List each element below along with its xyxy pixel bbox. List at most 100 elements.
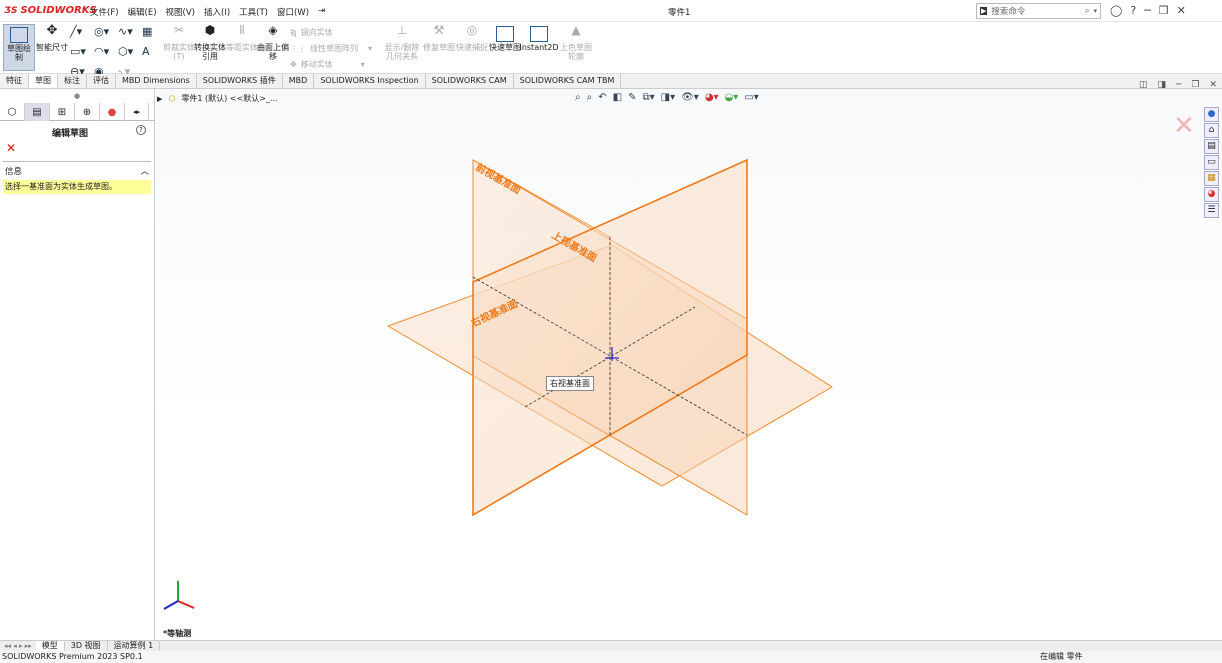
polygon-icon[interactable]: ⬡▾ [118,45,142,59]
move-icon: ✥ [290,59,297,69]
design-library-icon[interactable]: ▤ [1204,139,1219,154]
menu-insert[interactable]: 插入(I) [204,6,230,18]
chevron-down-icon[interactable]: ▾ [368,44,372,53]
repair-icon: ⚒ [433,23,445,37]
menu-window[interactable]: 窗口(W) [277,6,309,18]
shaded-contours-button[interactable]: ▲ 上色草图轮廓 [560,24,592,61]
mirror-button[interactable]: ⧎ 镜向实体 [290,24,372,40]
view-palette-icon[interactable]: ▦ [1204,171,1219,186]
menu-edit[interactable]: 编辑(E) [128,6,157,18]
move-entities-button[interactable]: ✥ 移动实体 ▾ [290,56,372,72]
instant2d-button[interactable]: Instant2D [519,24,559,52]
arc-icon[interactable]: ◠▾ [94,45,118,59]
help-icon[interactable]: ? [136,125,146,135]
triad-icon [163,581,195,610]
tab-sketch[interactable]: 草图 [29,74,58,88]
chevron-down-icon[interactable]: ▾ [361,60,365,69]
linear-pattern-button[interactable]: ⋮⋮ 线性草图阵列 ▾ [290,40,372,56]
tab-evaluate[interactable]: 评估 [87,74,116,88]
resources-icon[interactable]: ● [1204,107,1219,122]
tab-mbd[interactable]: MBD [282,74,315,88]
tab-mbd-dimensions[interactable]: MBD Dimensions [116,74,197,88]
appearances-icon[interactable]: ◕ [1204,187,1219,202]
search-icon[interactable]: ⌕ [1085,6,1090,16]
display-relations-button[interactable]: ⊥ 显示/删除几何关系 [383,24,421,61]
user-icon[interactable]: ◯ [1110,4,1122,17]
tab-addins[interactable]: SOLIDWORKS 插件 [196,74,283,88]
feature-manager-tab-icon[interactable]: ⬡ [0,103,25,121]
rapid-sketch-button[interactable]: 快速草图 [489,24,521,52]
line-icon[interactable]: ╱▾ [70,25,94,39]
pin-icon[interactable]: ⇥ [318,6,325,18]
tab-cam-tbm[interactable]: SOLIDWORKS CAM TBM [513,74,622,88]
spline-icon[interactable]: ∿▾ [118,25,142,39]
panel-title: 编辑草图 [52,129,89,139]
menu-view[interactable]: 视图(V) [166,6,195,18]
shaded-contours-icon: ▲ [571,23,581,37]
panel-tabs: ⬡ ▤ ⊞ ⊕ ● ◂▸ [0,103,155,121]
tab-nav-arrows[interactable]: ◂◂ ◂ ▸ ▸▸ [0,641,36,651]
sketch-button[interactable]: 草图绘制 [3,24,35,71]
configuration-manager-tab-icon[interactable]: ⊞ [50,103,75,121]
rapid-sketch-icon [496,26,514,42]
tab-features[interactable]: 特征 [0,74,29,88]
circle-icon[interactable]: ◎▾ [94,25,118,39]
menu-tools[interactable]: 工具(T) [239,6,268,18]
status-right: 在编辑 零件 [1040,652,1083,661]
info-header: 信息 [5,167,23,177]
search-input[interactable]: ▶ 搜索命令 ⌕ ▾ [976,3,1101,19]
tab-model[interactable]: 模型 [35,641,65,651]
trim-button[interactable]: ✂ 剪裁实体(T) [163,24,195,61]
minimize-icon[interactable]: ─ [1144,4,1151,17]
tab-motion-study[interactable]: 运动算例 1 [108,641,161,651]
custom-properties-icon[interactable]: ☰ [1204,203,1219,218]
smart-dimension-button[interactable]: ✥ 智能尺寸 [36,24,68,52]
rectangle-icon[interactable]: ▭▾ [70,45,94,59]
offset-icon: ⫴ [239,23,245,37]
linear-pattern-icon: ⋮⋮ [290,43,306,53]
quick-snaps-button[interactable]: ◎ 快速捕捉 [456,24,488,52]
command-tabs: 特征 草图 标注 评估 MBD Dimensions SOLIDWORKS 插件… [0,74,1222,89]
smart-dimension-icon: ✥ [46,23,58,38]
window-controls: ◯ ? ─ ❐ ✕ [1110,4,1186,17]
surface-offset-button[interactable]: ◈ 曲面上偏移 [257,24,289,61]
tab-scroll-arrows[interactable]: ◂▸ [125,103,149,121]
property-manager-tab-icon[interactable]: ▤ [25,103,50,121]
repair-sketch-button[interactable]: ⚒ 修复草图 [423,24,455,52]
tab-cam[interactable]: SOLIDWORKS CAM [425,74,514,88]
file-explorer-icon[interactable]: ▭ [1204,155,1219,170]
home-icon[interactable]: ⌂ [1204,123,1219,138]
info-section: 信息 ︿ 选择一基准面为实体生成草图。 [3,161,151,194]
tooltip: 右视基准面 [546,376,594,391]
document-title: 零件1 [668,8,691,18]
display-manager-tab-icon[interactable]: ● [100,103,125,121]
relations-icon: ⊥ [396,23,408,37]
instant2d-icon [530,26,548,42]
restore-icon[interactable]: ❐ [1159,4,1169,17]
menu-bar: 文件(F) 编辑(E) 视图(V) 插入(I) 工具(T) 窗口(W) ⇥ [90,6,325,18]
task-pane: ● ⌂ ▤ ▭ ▦ ◕ ☰ [1204,107,1220,218]
close-icon[interactable]: ✕ [1177,4,1186,17]
search-placeholder: 搜索命令 [991,7,1026,17]
dimxpert-tab-icon[interactable]: ⊕ [75,103,100,121]
solidworks-logo[interactable]: ƷS SOLIDWORKS [4,5,97,16]
sketch-entities-group: ╱▾ ◎▾ ∿▾ ▦ ▭▾ ◠▾ ⬡▾ A ⊖▾ ◉ ╮▾ [70,25,166,79]
menu-file[interactable]: 文件(F) [90,6,119,18]
graphics-area[interactable]: ▶ ⬡ 零件1 (默认) <<默认>_... ⌕ ⌕ ↶ ◧ ✎ ⧉▾ ◨▾ 👁… [155,80,1222,663]
offset-button[interactable]: ⫴ 等距实体 [226,24,258,52]
title-bar: ƷS SOLIDWORKS 文件(F) 编辑(E) 视图(V) 插入(I) 工具… [0,0,1222,22]
tab-3d-views[interactable]: 3D 视图 [65,641,108,651]
reference-planes: 前视基准面 上视基准面 右视基准面 [386,158,833,517]
chevron-down-icon[interactable]: ▾ [1093,7,1097,15]
pattern-group: ⧎ 镜向实体 ⋮⋮ 线性草图阵列 ▾ ✥ 移动实体 ▾ [290,24,372,72]
panel-grip[interactable]: ● [74,92,80,100]
surface-offset-icon: ◈ [268,23,278,37]
help-icon[interactable]: ? [1130,4,1136,17]
cancel-icon[interactable]: ✕ [6,141,16,155]
info-message: 选择一基准面为实体生成草图。 [3,180,151,194]
tab-inspection[interactable]: SOLIDWORKS Inspection [314,74,426,88]
sketch-icon [10,27,28,43]
collapse-icon[interactable]: ︿ [140,165,149,177]
tab-markup[interactable]: 标注 [58,74,87,88]
convert-entities-button[interactable]: ⬢ 转换实体引用 [194,24,226,61]
